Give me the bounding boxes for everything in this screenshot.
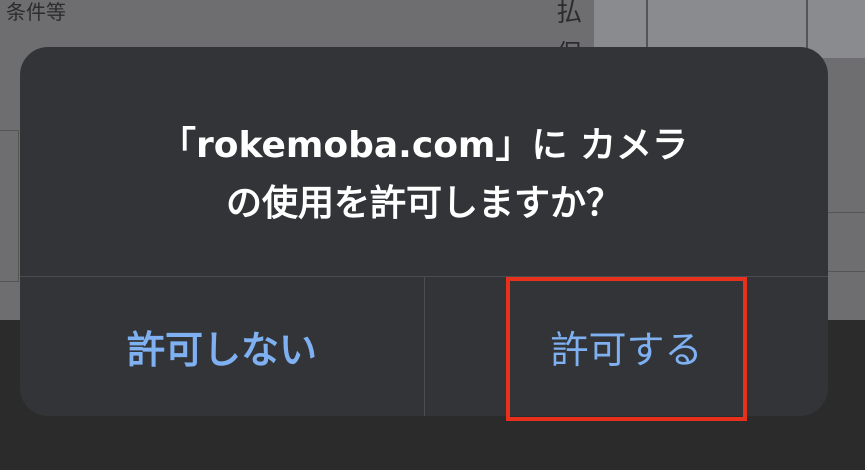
alert-message: 「rokemoba.com」に カメラ の使用を許可しますか？ <box>20 47 828 276</box>
alert-message-line-1: 「rokemoba.com」に カメラ <box>160 125 688 166</box>
background-image-detail <box>646 0 648 48</box>
background-image-detail <box>806 0 808 48</box>
allow-button[interactable]: 許可する <box>425 277 828 416</box>
alert-message-line-2: の使用を許可しますか？ <box>225 183 622 224</box>
camera-permission-alert: 「rokemoba.com」に カメラ の使用を許可しますか？ 許可しない 許可… <box>20 47 828 416</box>
background-conditions-text: 条件等 <box>6 0 66 24</box>
background-form-button <box>826 212 865 272</box>
deny-button[interactable]: 許可しない <box>20 277 424 416</box>
background-form-field <box>0 130 19 282</box>
screen: 条件等 払保 「rokemoba.com」に カメラ の使用を許可しますか？ 許… <box>0 0 865 470</box>
